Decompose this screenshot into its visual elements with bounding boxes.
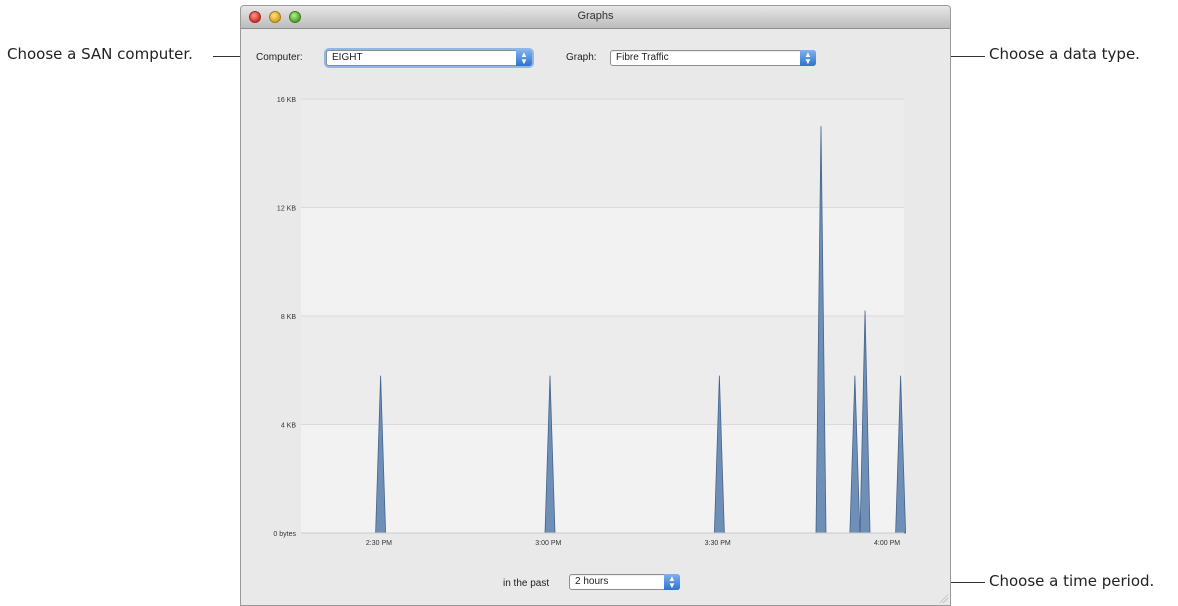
x-tick-label: 4:00 PM <box>874 540 900 547</box>
resize-grip-icon[interactable] <box>938 593 948 603</box>
y-tick-label: 12 KB <box>277 206 296 213</box>
y-tick-label: 0 bytes <box>273 531 296 538</box>
y-tick-label: 8 KB <box>281 314 297 321</box>
x-tick-label: 3:00 PM <box>535 540 561 547</box>
past-label: in the past <box>503 578 550 589</box>
period-popup-value: 2 hours <box>575 576 609 587</box>
callout-graph: Choose a data type. <box>989 45 1140 63</box>
plot-band <box>301 99 904 208</box>
chevron-updown-icon: ▲ ▼ <box>664 574 680 590</box>
callout-computer: Choose a SAN computer. <box>7 45 193 63</box>
callout-period: Choose a time period. <box>989 572 1155 590</box>
graphs-window: Graphs Computer: EIGHT ▲ ▼ Graph: Fibre T… <box>240 5 951 606</box>
period-popup[interactable]: 2 hours ▲ ▼ <box>569 574 680 590</box>
y-tick-label: 16 KB <box>277 97 296 104</box>
fibre-traffic-chart: 0 bytes 4 KB 8 KB 12 KB 16 KB 2:30 PM 3:00 PM 3… <box>273 97 907 547</box>
x-tick-label: 2:30 PM <box>366 540 392 547</box>
y-tick-label: 4 KB <box>281 423 297 430</box>
plot-band <box>301 316 904 425</box>
x-tick-label: 3:30 PM <box>705 540 731 547</box>
